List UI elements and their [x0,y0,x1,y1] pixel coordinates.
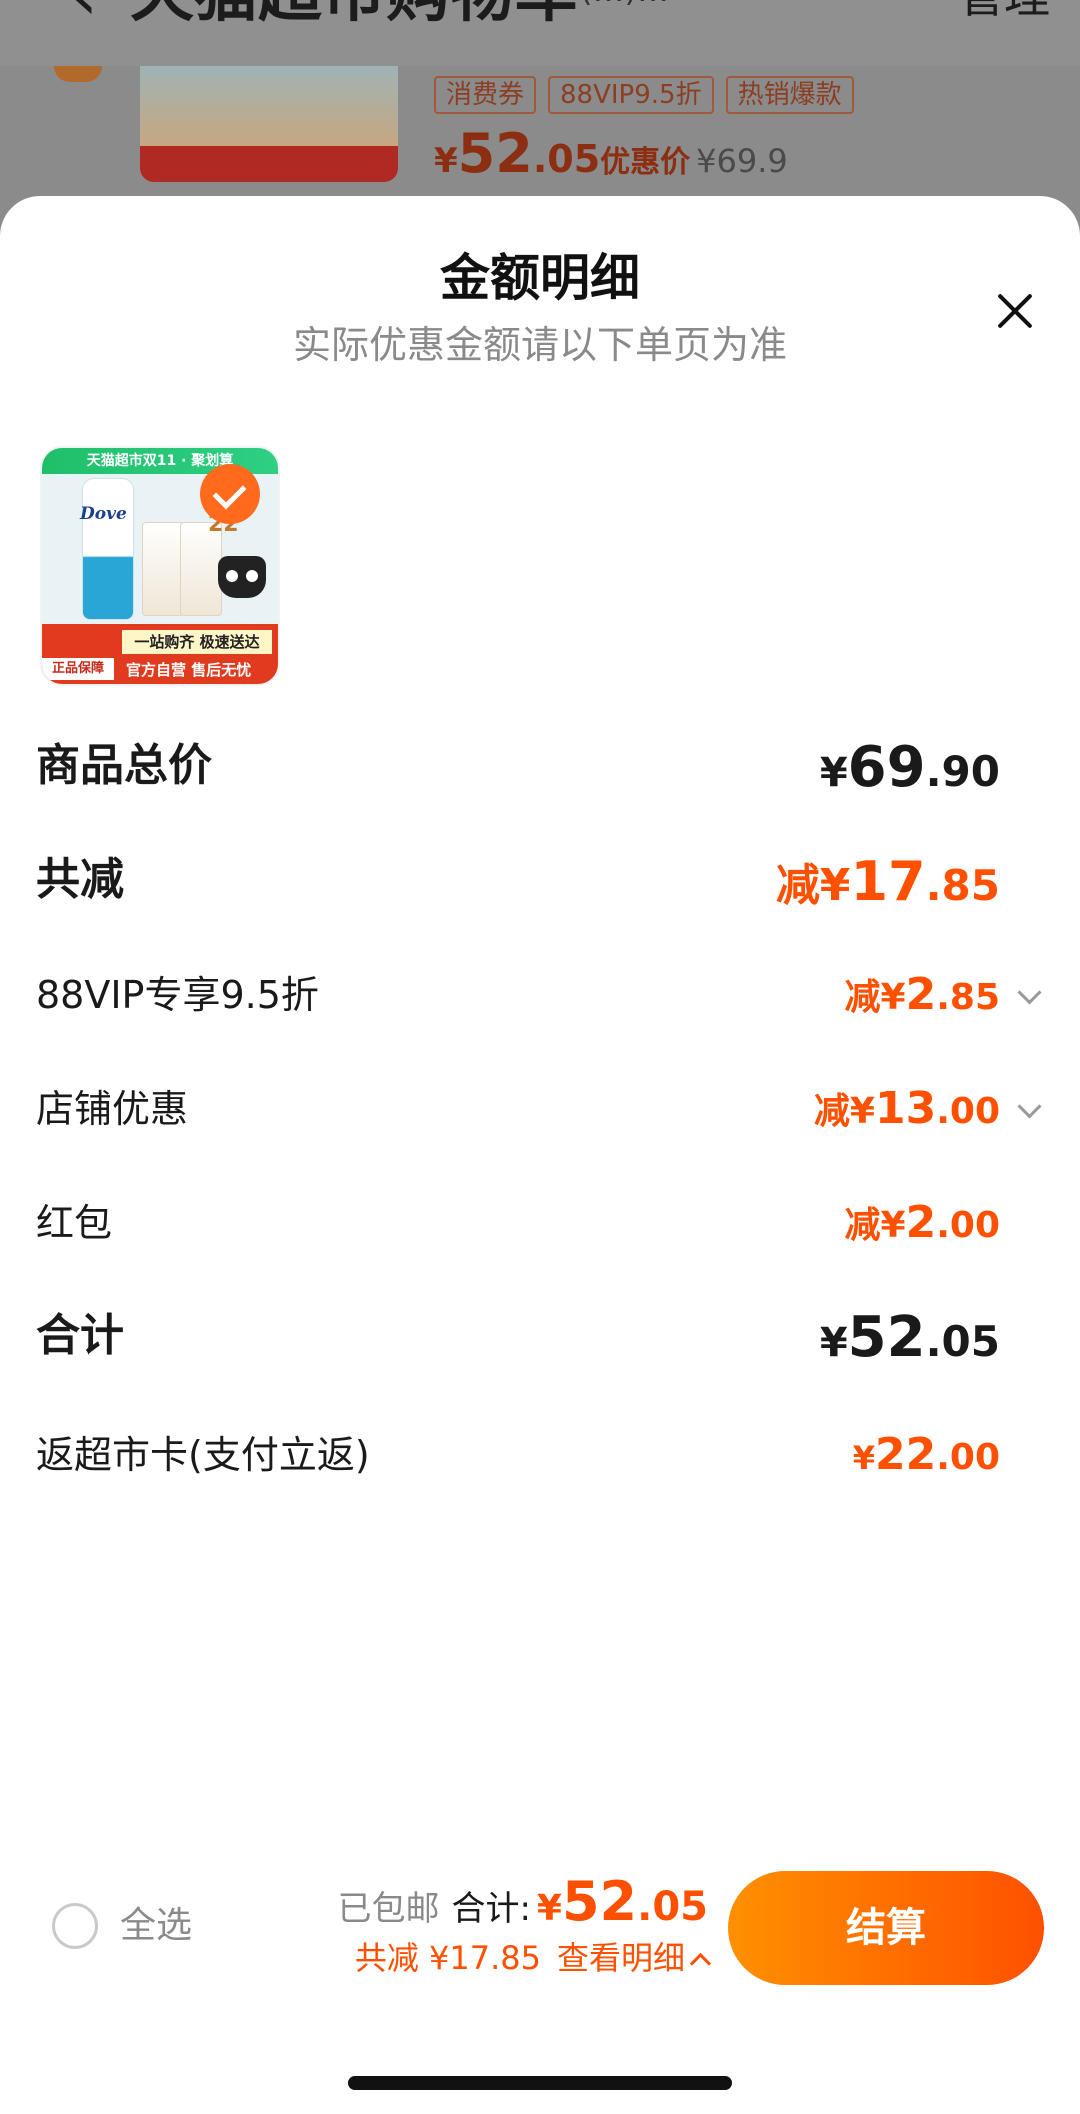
total-int: 52 [561,1870,638,1933]
product-box-image [142,522,184,616]
value-dec: .05 [925,1317,1000,1366]
value-prefix: ¥ [819,750,848,796]
row-label: 88VIP专享9.5折 [36,973,319,1017]
row-value: 减¥2.00 [845,1196,1000,1259]
view-detail-link[interactable]: 查看明细 [556,1939,712,1977]
chevron-up-icon [689,1952,712,1975]
value-prefix: 减¥ [813,1091,875,1132]
tmall-cat-icon [218,556,266,598]
value-prefix: 减¥ [844,1205,906,1246]
value-int: 52 [847,1305,926,1370]
row-value: 减¥13.00 [814,1082,1000,1145]
value-dec: .00 [936,1437,1000,1478]
background-product-tags: 消费券 88VIP9.5折 热销爆款 [434,76,854,114]
chevron-down-icon[interactable] [1017,980,1042,1005]
background-product-price: ¥52.05优惠价 ¥69.9 [434,122,788,185]
free-shipping-label: 已包邮 [337,1889,440,1929]
manage-button[interactable]: 管理 [958,0,1050,26]
value-int: 2 [905,1197,937,1248]
tag-hot: 热销爆款 [725,76,854,114]
view-detail-label: 查看明细 [556,1939,685,1977]
row-value: 减¥2.85 [845,968,1000,1031]
value-dec: .00 [936,1205,1000,1246]
background-checkbox [54,66,102,82]
row-label: 返超市卡(支付立返) [36,1433,370,1477]
value-dec: .00 [936,1091,1000,1132]
tag-88vip: 88VIP9.5折 [548,76,714,114]
selected-check-icon [200,464,260,524]
value-prefix: ¥ [852,1439,875,1477]
row-label: 合计 [36,1310,124,1361]
value-int: 17 [850,850,926,913]
discount-summary: 共减 ¥17.85 查看明细 [354,1936,712,1980]
value-prefix: 减¥ [775,860,851,911]
value-dec: .85 [925,861,1000,910]
tag-coupon: 消费券 [434,76,537,114]
value-int: 69 [847,735,926,800]
cat-eye [226,570,238,582]
row-value: ¥52.05 [820,1306,1000,1383]
cart-page: ‹ 天猫超市购物车 (…)… 管理 消费券 88VIP9.5折 热销爆款 ¥52… [0,0,1080,2114]
product-thumbnail[interactable]: 天猫超市双11 · 聚划算 Dove 22 一站购齐 极速送达 官方自营 售后无… [40,446,280,686]
value-dec: .85 [936,977,1000,1018]
row-label: 商品总价 [36,740,212,791]
cat-eye [246,570,258,582]
bottle-image [82,478,134,620]
background-page-title: 天猫超市购物车 [130,0,578,34]
value-int: 2 [905,969,937,1020]
sheet-title: 金额明细 [440,249,640,307]
background-price-int: 52 [457,122,533,185]
brand-logo: Dove [80,504,127,524]
background-product-image [140,66,398,182]
background-price-yen: ¥ [434,141,458,181]
row-value: ¥22.00 [853,1428,1000,1491]
background-price-dec: .05 [532,137,601,181]
row-value: ¥69.90 [820,736,1000,813]
thumb-slogan-top: 一站购齐 极速送达 [122,630,272,654]
select-all-label: 全选 [120,1905,193,1946]
discount-text: 共减 ¥17.85 [354,1939,541,1977]
back-icon[interactable]: ‹ [70,0,98,30]
close-icon[interactable] [990,286,1040,336]
background-page-subtitle: (…)… [580,0,669,10]
value-int: 13 [874,1083,937,1134]
value-prefix: 减¥ [844,977,906,1018]
value-dec: .90 [925,747,1000,796]
checkout-button[interactable]: 结算 [728,1871,1044,1985]
total-dec: .05 [637,1884,708,1930]
select-all-radio[interactable] [52,1903,98,1949]
row-label: 店铺优惠 [36,1087,189,1131]
home-indicator[interactable] [348,2076,732,2090]
background-original-price: ¥69.9 [696,142,788,180]
value-prefix: ¥ [819,1320,848,1366]
background-header: ‹ 天猫超市购物车 (…)… 管理 [0,0,1080,66]
background-price-label: 优惠价 [600,145,691,180]
value-int: 22 [874,1429,937,1480]
row-label: 红包 [36,1201,113,1245]
row-value: 减¥17.85 [776,850,1000,927]
total-label: 合计: [451,1889,531,1929]
select-all-toggle[interactable]: 全选 [52,1903,192,1949]
guarantee-badge: 正品保障 [42,658,114,680]
row-label: 共减 [36,854,124,905]
background-product-image-strip [140,146,398,182]
amount-detail-sheet: 金额明细 实际优惠金额请以下单页为准 天猫超市双11 · 聚划算 Dove 22… [0,196,1080,2114]
total-yen: ¥ [536,1888,562,1929]
chevron-down-icon[interactable] [1017,1094,1042,1119]
thumb-slogan-bottom: 官方自营 售后无忧 [126,661,252,679]
sheet-subtitle: 实际优惠金额请以下单页为准 [292,323,787,367]
